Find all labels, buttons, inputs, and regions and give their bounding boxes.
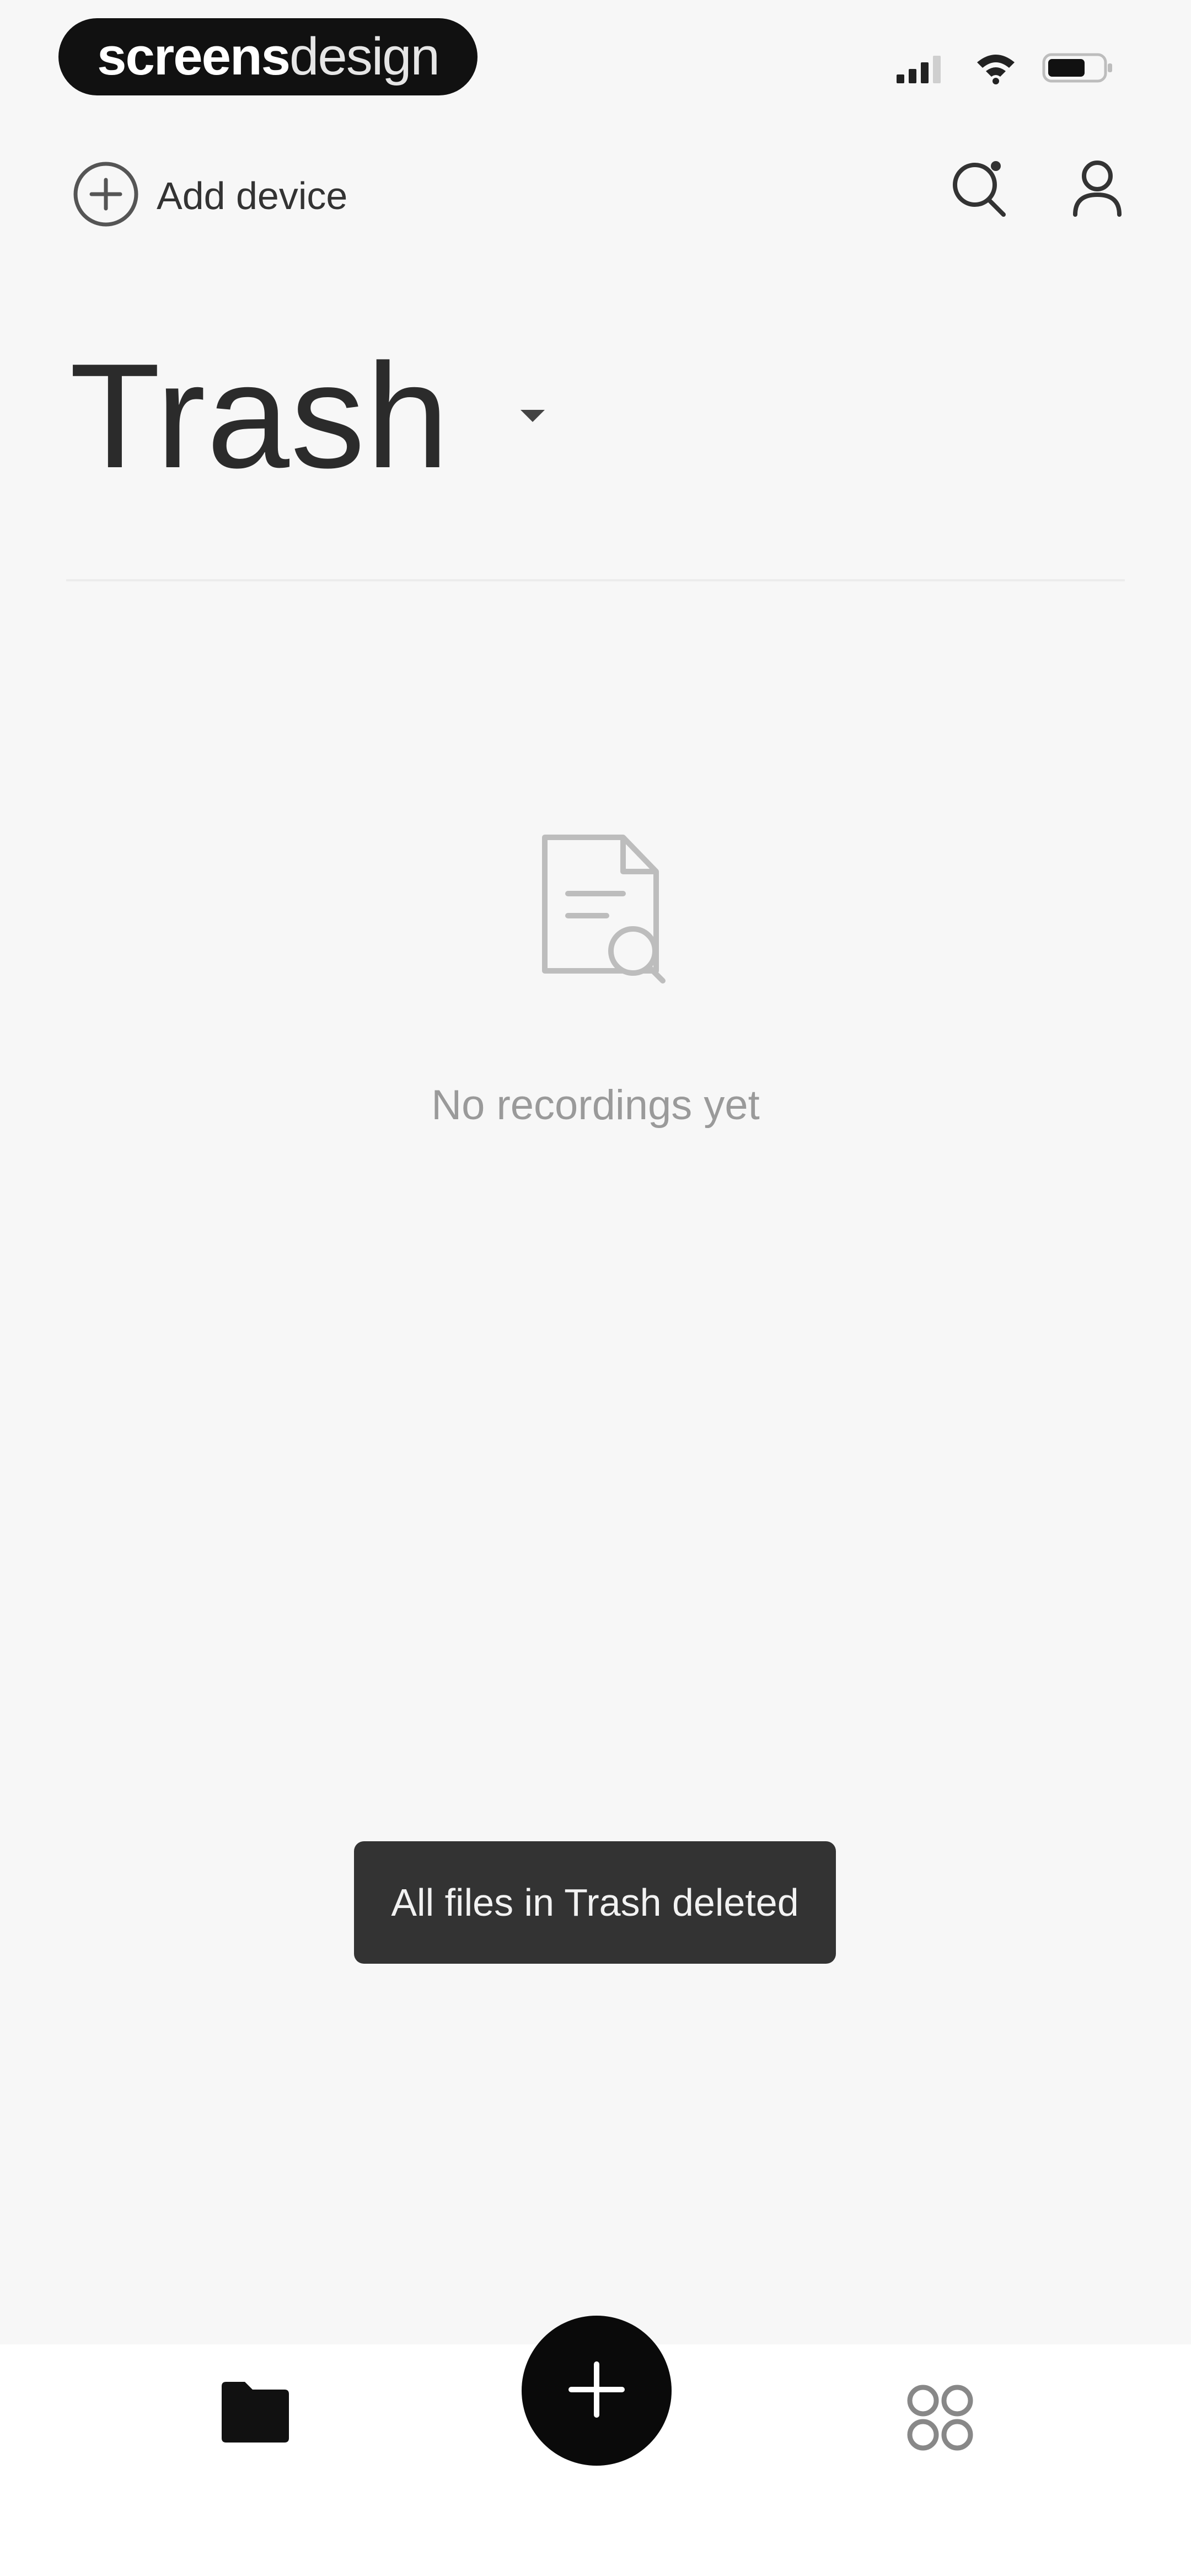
search-icon[interactable] — [948, 157, 1009, 221]
brand-text-light: design — [289, 27, 440, 86]
add-recording-button[interactable] — [522, 2316, 672, 2466]
header-actions — [948, 157, 1125, 221]
cellular-signal-icon — [894, 51, 949, 87]
empty-state-text: No recordings yet — [431, 1082, 760, 1129]
apps-grid-icon[interactable] — [904, 2382, 976, 2456]
status-icons — [894, 50, 1114, 88]
battery-icon — [1042, 51, 1114, 87]
folder-icon[interactable] — [219, 2379, 291, 2447]
chevron-down-icon[interactable] — [516, 404, 549, 429]
divider — [66, 579, 1125, 581]
brand-watermark: screens design — [58, 18, 478, 95]
plus-icon — [564, 2356, 630, 2425]
trash-screen: screens design Add device Trash No recor… — [0, 0, 1191, 2576]
toast-message: All files in Trash deleted — [354, 1841, 836, 1964]
wifi-icon — [974, 51, 1018, 87]
plus-circle-icon — [72, 160, 140, 231]
page-title: Trash — [69, 333, 450, 499]
folder-selector[interactable]: Trash — [69, 342, 549, 491]
brand-text-bold: screens — [97, 27, 291, 86]
add-device-button[interactable]: Add device — [72, 160, 347, 231]
toast-text: All files in Trash deleted — [391, 1881, 799, 1924]
add-device-label: Add device — [157, 174, 348, 217]
document-search-icon — [540, 833, 673, 990]
profile-icon[interactable] — [1070, 157, 1125, 221]
